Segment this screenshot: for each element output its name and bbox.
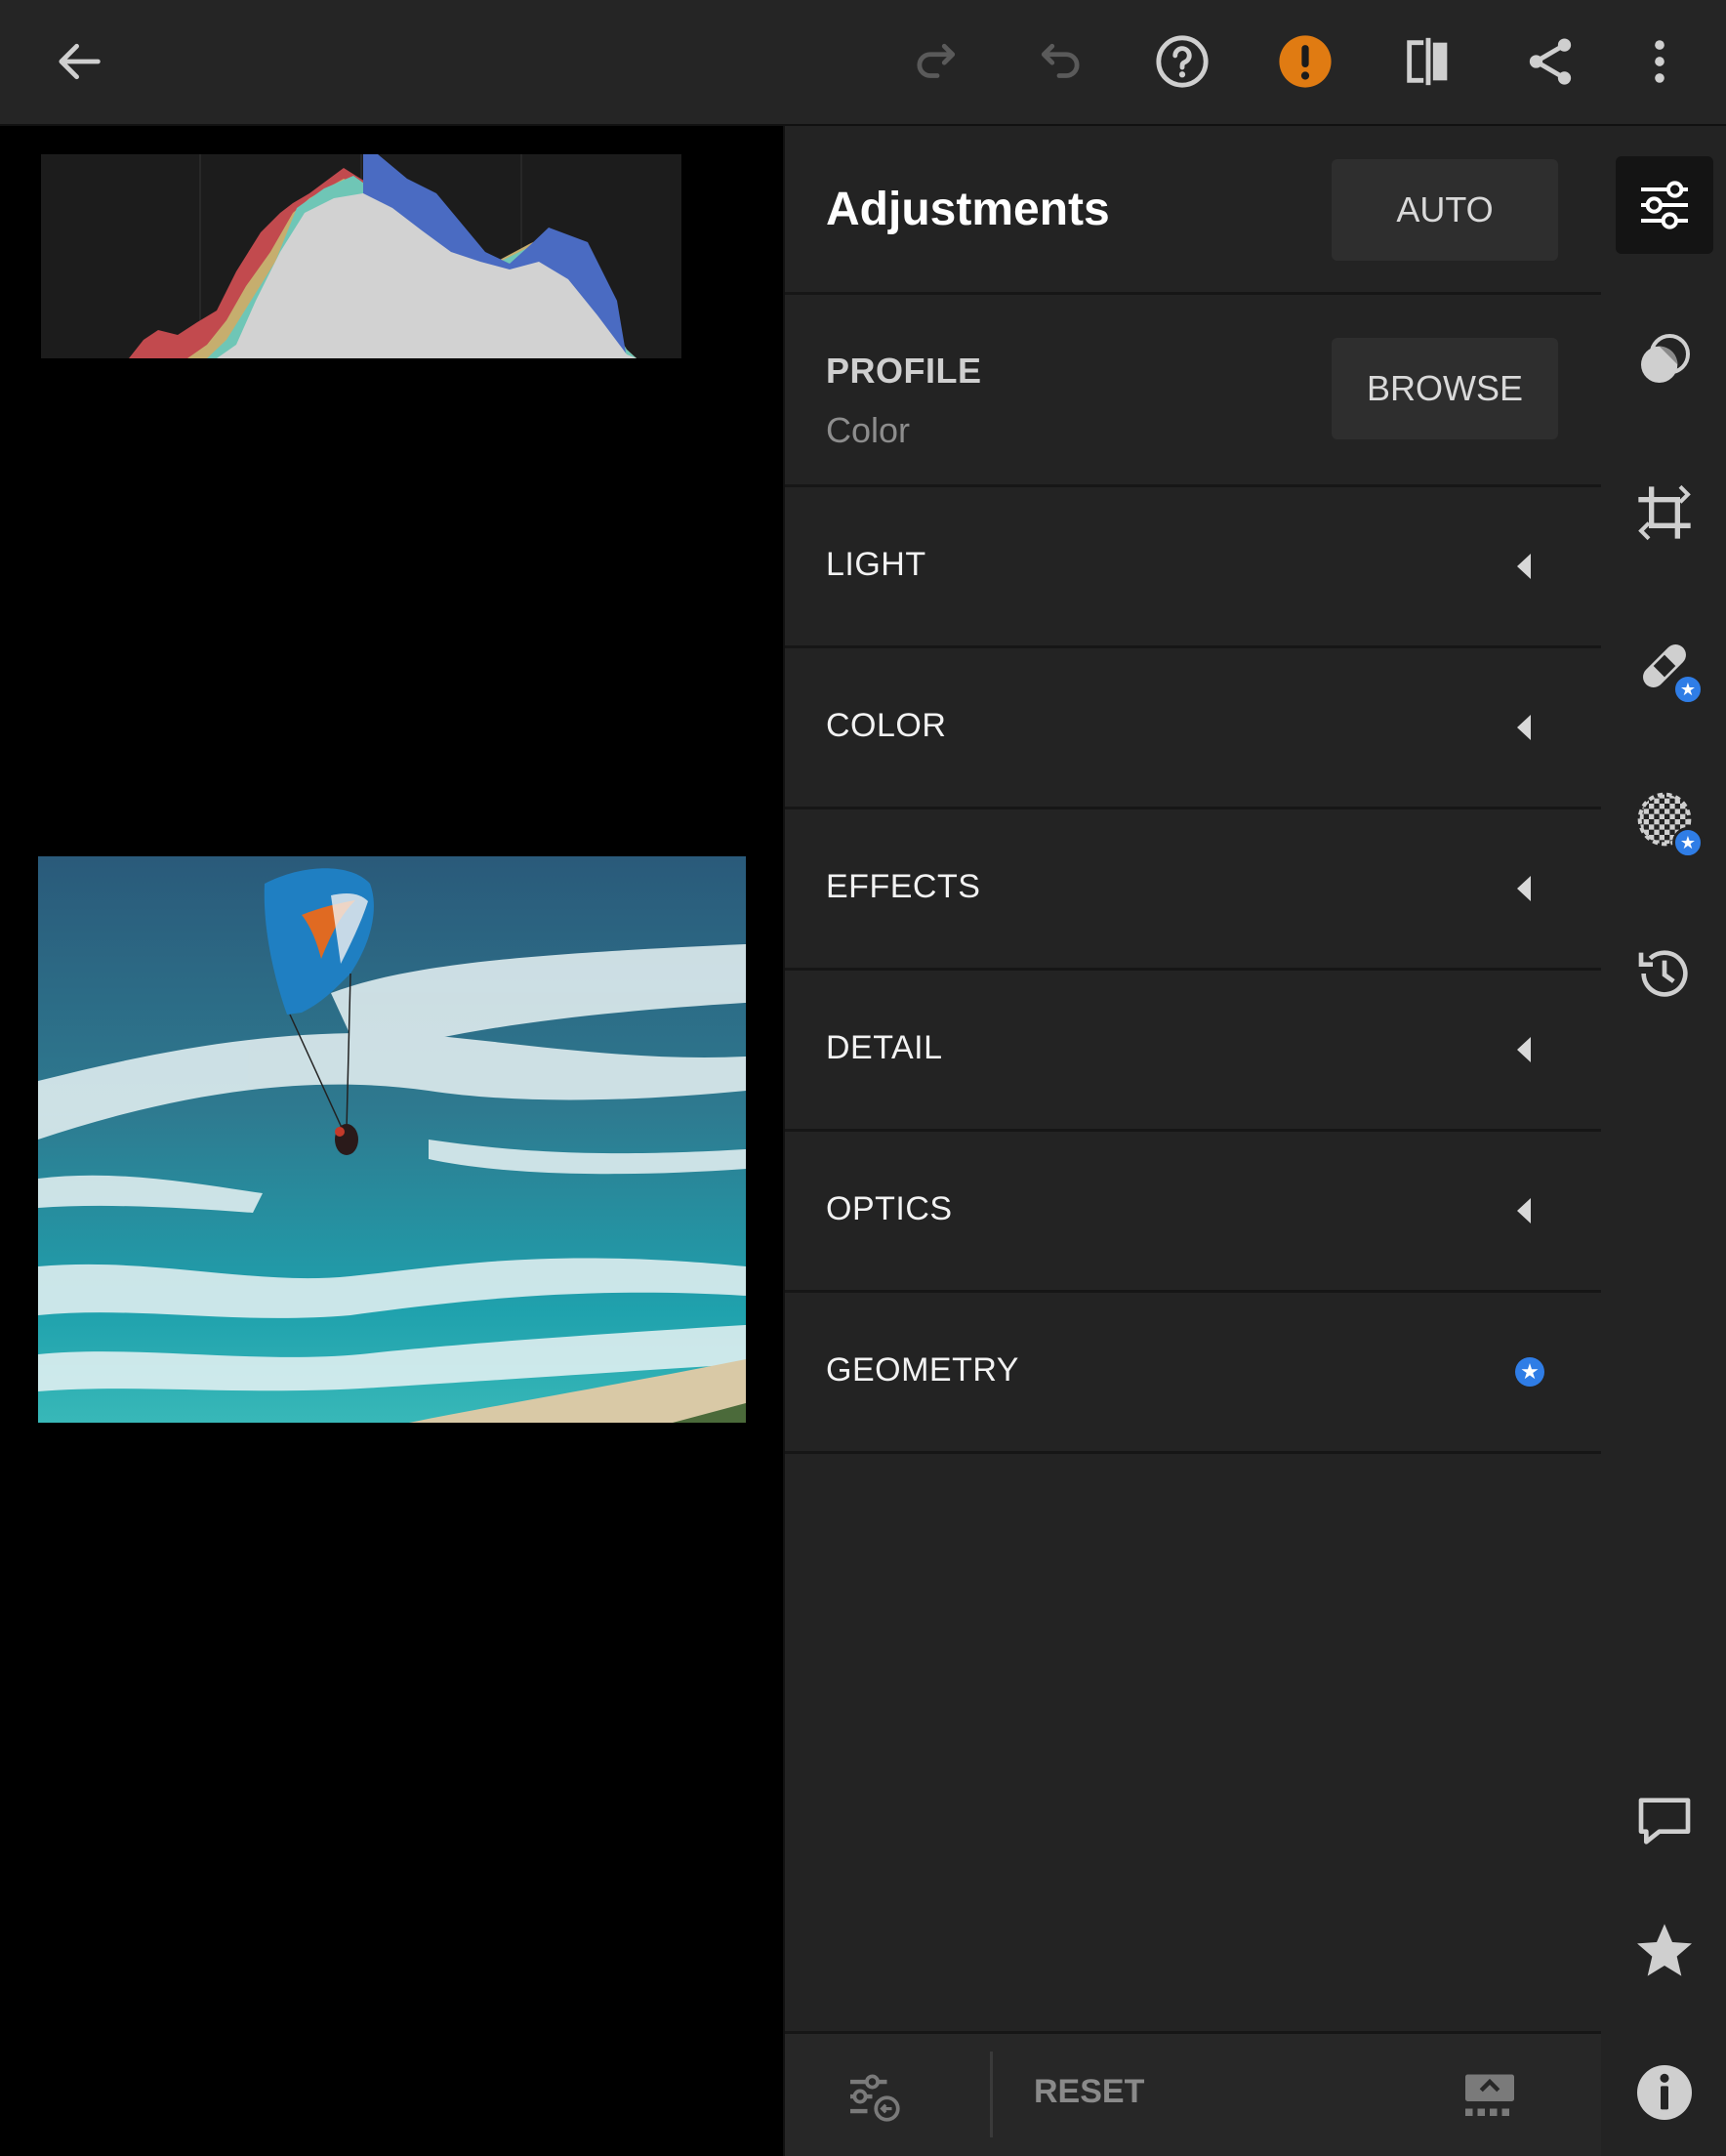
help-icon[interactable] xyxy=(1148,27,1216,96)
section-geometry[interactable]: GEOMETRY ★ xyxy=(785,1293,1601,1454)
section-label: LIGHT xyxy=(826,546,926,583)
adjustments-panel: Adjustments AUTO PROFILE Color BROWSE LI… xyxy=(783,126,1603,2156)
caret-left-icon xyxy=(1517,1037,1531,1062)
profile-section: PROFILE Color BROWSE xyxy=(785,295,1601,487)
auto-button[interactable]: AUTO xyxy=(1332,159,1558,261)
compare-icon[interactable] xyxy=(1394,27,1462,96)
caret-left-icon xyxy=(1517,715,1531,740)
panel-title: Adjustments xyxy=(826,184,1110,235)
crop-icon[interactable] xyxy=(1616,464,1713,561)
premium-star-icon: ★ xyxy=(1672,674,1704,705)
reset-button[interactable]: RESET xyxy=(1034,2073,1144,2111)
tool-rail: ★ ★ xyxy=(1601,126,1726,2156)
info-icon[interactable] xyxy=(1616,2044,1713,2141)
history-icon[interactable] xyxy=(1616,925,1713,1022)
more-icon[interactable] xyxy=(1625,27,1694,96)
undo-icon[interactable] xyxy=(1025,27,1093,96)
histogram xyxy=(41,154,681,358)
edit-sliders-icon[interactable] xyxy=(1616,156,1713,254)
caret-left-icon xyxy=(1517,554,1531,579)
footer-divider xyxy=(990,2052,993,2137)
panel-footer: RESET xyxy=(785,2031,1601,2156)
masking-icon[interactable]: ★ xyxy=(1616,770,1713,868)
image-canvas xyxy=(0,126,783,2156)
profile-value[interactable]: Color xyxy=(826,410,910,451)
profile-label: PROFILE xyxy=(826,351,982,391)
paste-settings-icon[interactable] xyxy=(1460,2067,1519,2126)
top-toolbar xyxy=(0,0,1726,126)
caret-left-icon xyxy=(1517,876,1531,901)
section-label: GEOMETRY xyxy=(826,1351,1019,1389)
back-arrow-icon[interactable] xyxy=(45,27,113,96)
redo-icon[interactable] xyxy=(903,27,971,96)
rating-star-icon[interactable] xyxy=(1616,1901,1713,1999)
section-label: COLOR xyxy=(826,707,947,744)
photo-preview[interactable] xyxy=(38,856,746,1423)
section-light[interactable]: LIGHT xyxy=(785,487,1601,648)
caret-left-icon xyxy=(1517,1198,1531,1223)
browse-button[interactable]: BROWSE xyxy=(1332,338,1558,439)
section-optics[interactable]: OPTICS xyxy=(785,1132,1601,1293)
section-color[interactable]: COLOR xyxy=(785,648,1601,809)
premium-star-icon: ★ xyxy=(1672,827,1704,858)
section-label: EFFECTS xyxy=(826,868,981,905)
share-icon[interactable] xyxy=(1516,27,1584,96)
section-detail[interactable]: DETAIL xyxy=(785,971,1601,1132)
adjustments-header: Adjustments AUTO xyxy=(785,126,1601,295)
premium-star-icon: ★ xyxy=(1515,1357,1544,1387)
selective-icon[interactable] xyxy=(1616,311,1713,408)
section-label: DETAIL xyxy=(826,1029,943,1066)
comment-icon[interactable] xyxy=(1616,1772,1713,1870)
section-label: OPTICS xyxy=(826,1190,953,1227)
warning-icon[interactable] xyxy=(1271,27,1339,96)
healing-icon[interactable]: ★ xyxy=(1616,617,1713,715)
section-effects[interactable]: EFFECTS xyxy=(785,809,1601,971)
presets-icon[interactable] xyxy=(845,2067,904,2126)
